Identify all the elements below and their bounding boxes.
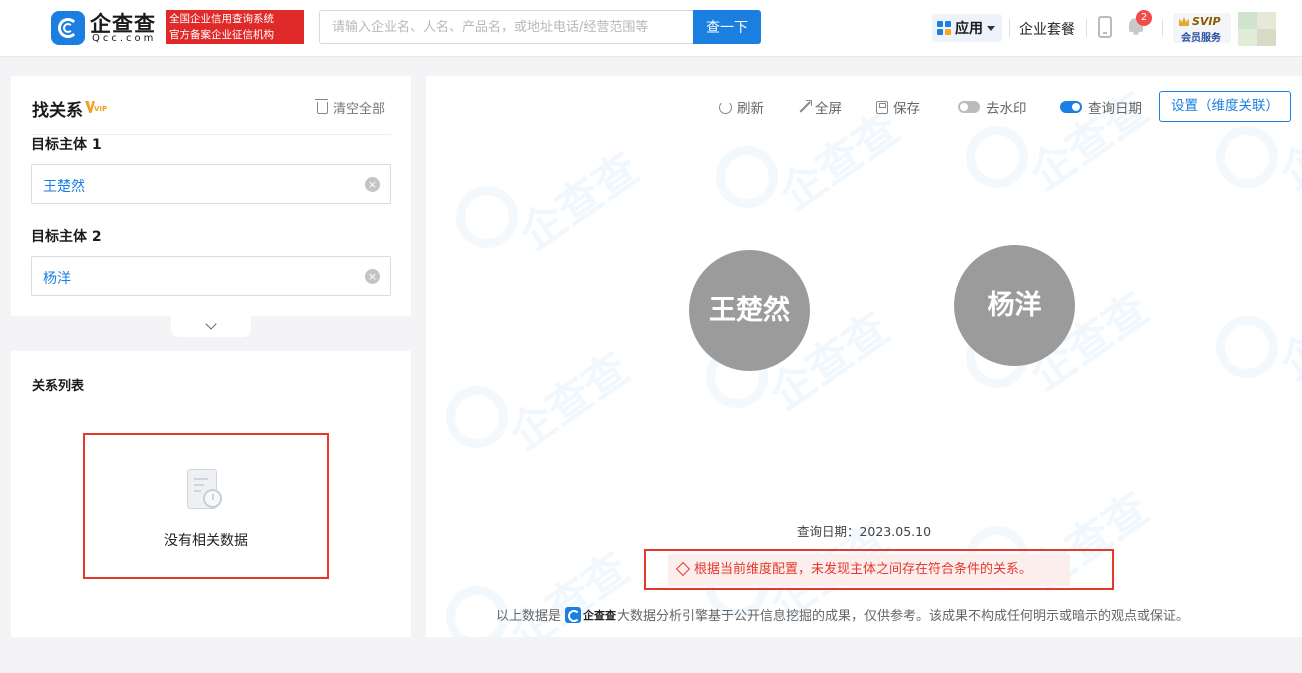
target2-label: 目标主体 2 (31, 229, 102, 245)
search-button[interactable]: 查一下 (693, 10, 761, 44)
query-date-label: 查询日期 (1088, 101, 1142, 117)
query-date-toggle[interactable]: 查询日期 (1060, 98, 1142, 117)
slogan-line-1: 全国企业信用查询系统 (169, 13, 274, 25)
settings-dimension-button[interactable]: 设置（维度关联） (1159, 91, 1291, 122)
watermark-logo (1216, 126, 1278, 188)
query-date-text: 查询日期：2023.05.10 (796, 524, 932, 539)
graph-node-person-b[interactable]: 杨洋 (954, 245, 1075, 366)
relation-list-title: 关系列表 (32, 379, 85, 394)
target1-value: 王楚然 (43, 179, 85, 195)
target1-label: 目标主体 1 (31, 137, 102, 153)
user-avatar[interactable] (1238, 12, 1276, 46)
qcc-logo-icon (565, 606, 582, 623)
watermark-text: 企查查 (1020, 82, 1159, 201)
fullscreen-button[interactable]: 全屏 (798, 98, 842, 117)
empty-document-search-icon (187, 469, 223, 515)
slogan-banner: 全国企业信用查询系统 官方备案企业征信机构 (166, 10, 304, 44)
save-label: 保存 (893, 101, 920, 117)
membership-label: 会员服务 (1181, 33, 1221, 44)
slogan-line-2: 官方备案企业征信机构 (169, 29, 274, 41)
disclaimer: 以上数据是 企查查 大数据分析引擎基于公开信息挖掘的成果，仅供参考。该成果不构成… (496, 605, 1189, 624)
chevron-down-icon (205, 318, 217, 330)
watermark-logo (966, 126, 1028, 188)
qcc-logo-icon[interactable] (51, 11, 85, 45)
clear-input-icon[interactable]: × (365, 269, 380, 284)
enterprise-package-link[interactable]: 企业套餐 (1019, 19, 1075, 39)
graph-node-person-a[interactable]: 王楚然 (689, 250, 810, 371)
alert-text: 根据当前维度配置，未发现主体之间存在符合条件的关系。 (694, 562, 1033, 577)
warning-icon (675, 561, 691, 577)
expand-toggle[interactable] (171, 316, 251, 337)
divider (1009, 19, 1010, 37)
apps-grid-icon (937, 21, 951, 35)
trash-icon (315, 98, 328, 114)
search-input[interactable] (319, 10, 693, 44)
clear-all-label: 清空全部 (333, 102, 386, 117)
toggle-switch-off[interactable] (958, 101, 980, 113)
watermark-logo (1216, 316, 1278, 378)
empty-state-text: 没有相关数据 (164, 533, 248, 549)
watermark-logo (456, 186, 518, 248)
apps-label: 应用 (955, 21, 983, 37)
vip-badge-icon: VIP (85, 101, 107, 113)
refresh-button[interactable]: 刷新 (719, 98, 764, 117)
notification-count-badge: 2 (1136, 10, 1152, 26)
mobile-app-icon[interactable] (1098, 16, 1112, 38)
watermark-text: 企查查 (510, 142, 649, 261)
save-button[interactable]: 保存 (876, 98, 920, 117)
refresh-icon (719, 100, 732, 114)
logo-subtitle: Qcc.com (92, 33, 157, 44)
target2-input[interactable]: 杨洋 × (31, 256, 391, 296)
watermark-logo (716, 146, 778, 208)
caret-down-icon (987, 25, 995, 31)
svip-membership-button[interactable]: SVIP 会员服务 (1173, 13, 1231, 44)
disclaimer-suffix: 大数据分析引擎基于公开信息挖掘的成果，仅供参考。该成果不构成任何明示或暗示的观点… (617, 609, 1190, 624)
watermark-logo (446, 386, 508, 448)
relation-list-panel: 关系列表 没有相关数据 (11, 351, 411, 637)
save-icon (876, 100, 888, 114)
crown-icon (1179, 17, 1189, 26)
target2-value: 杨洋 (43, 271, 71, 287)
divider (1086, 19, 1087, 37)
fullscreen-label: 全屏 (815, 101, 842, 117)
disclaimer-prefix: 以上数据是 (496, 609, 562, 624)
watermark-text: 企查查 (1270, 272, 1302, 391)
toggle-switch-on[interactable] (1060, 101, 1082, 113)
clear-all-button[interactable]: 清空全部 (315, 98, 386, 117)
clear-input-icon[interactable]: × (365, 177, 380, 192)
fullscreen-icon (798, 100, 812, 113)
top-navbar: 企查查 Qcc.com 全国企业信用查询系统 官方备案企业征信机构 查一下 应用… (0, 0, 1302, 57)
relation-graph-panel: 企查查企查查企查查企查查企查查企查查企查查企查查企查查企查查企查查 刷新 全屏 … (426, 76, 1302, 637)
no-relation-alert: 根据当前维度配置，未发现主体之间存在符合条件的关系。 (668, 554, 1070, 586)
panel-title: 找关系 (32, 101, 83, 121)
watermark-text: 企查查 (500, 342, 639, 461)
qcc-mini-logo: 企查查 (565, 606, 616, 623)
divider (1162, 19, 1163, 37)
empty-state: 没有相关数据 (83, 433, 329, 579)
target1-input[interactable]: 王楚然 × (31, 164, 391, 204)
remove-watermark-label: 去水印 (986, 101, 1027, 117)
apps-dropdown[interactable]: 应用 (932, 14, 1002, 42)
remove-watermark-toggle[interactable]: 去水印 (958, 98, 1027, 117)
relation-finder-panel: 找关系 VIP 清空全部 目标主体 1 王楚然 × 目标主体 2 杨洋 × (11, 76, 411, 316)
svip-label: SVIP (1192, 15, 1221, 28)
refresh-label: 刷新 (737, 101, 764, 117)
